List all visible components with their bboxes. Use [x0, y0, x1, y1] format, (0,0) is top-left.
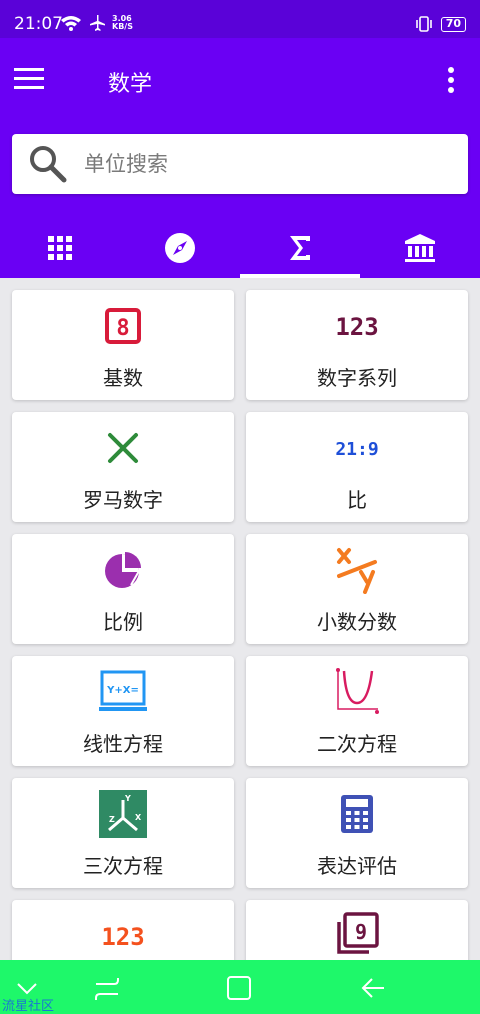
- card-label: 三次方程: [83, 854, 163, 878]
- tab-bank[interactable]: [360, 218, 480, 278]
- card-proportion[interactable]: 比例: [12, 534, 234, 644]
- category-grid: 8 基数 123 数字系列 罗马数字 21:9 比 比例 小数分数 Y+X= 线…: [12, 290, 468, 1010]
- card-label: 比: [347, 488, 367, 512]
- card-decimal-fraction[interactable]: 小数分数: [246, 534, 468, 644]
- compass-icon: [165, 233, 195, 263]
- more-options-icon[interactable]: [446, 66, 456, 94]
- card-number-series[interactable]: 123 数字系列: [246, 290, 468, 400]
- parabola-icon: [336, 668, 379, 714]
- search-icon: [30, 146, 67, 183]
- linear-equation-icon: Y+X=: [99, 670, 147, 711]
- back-arrow-icon[interactable]: [360, 977, 386, 999]
- home-icon[interactable]: [226, 975, 252, 1001]
- menu-icon[interactable]: [14, 66, 46, 92]
- tab-grid[interactable]: [0, 218, 120, 278]
- wifi-icon: [61, 16, 81, 31]
- digit-eight-icon: 8: [105, 308, 141, 344]
- svg-text:21:9: 21:9: [335, 439, 378, 460]
- cubic-equation-icon: Z X Y: [99, 790, 147, 838]
- svg-text:123: 123: [335, 313, 378, 341]
- bank-icon: [405, 234, 435, 262]
- fraction-icon: [337, 548, 377, 594]
- battery-indicator: 70: [440, 16, 466, 32]
- svg-text:Y: Y: [124, 794, 131, 803]
- search-input[interactable]: [84, 144, 454, 184]
- vibrate-icon: [415, 16, 432, 32]
- card-cardinal-number[interactable]: 8 基数: [12, 290, 234, 400]
- net-speed: 3.06 KB/S: [112, 14, 133, 31]
- roman-x-icon: [108, 433, 138, 463]
- app-bar: 数学: [0, 38, 480, 278]
- card-label: 数字系列: [317, 366, 397, 390]
- card-linear-equation[interactable]: Y+X= 线性方程: [12, 656, 234, 766]
- svg-text:8: 8: [116, 316, 129, 341]
- card-ratio[interactable]: 21:9 比: [246, 412, 468, 522]
- status-time: 21:07: [14, 14, 63, 34]
- card-label: 基数: [103, 366, 143, 390]
- card-label: 二次方程: [317, 732, 397, 756]
- tab-sigma[interactable]: [240, 218, 360, 278]
- card-label: 线性方程: [83, 732, 163, 756]
- status-right: 70: [415, 16, 466, 32]
- grid-icon: [48, 236, 72, 260]
- card-label: 表达评估: [317, 854, 397, 878]
- svg-text:Y+X=: Y+X=: [106, 685, 139, 696]
- status-icons: 3.06 KB/S: [60, 14, 133, 32]
- svg-text:X: X: [135, 813, 142, 822]
- pie-chart-icon: [105, 552, 141, 588]
- page-title: 数学: [108, 72, 153, 97]
- tab-compass[interactable]: [120, 218, 240, 278]
- card-label: 罗马数字: [83, 488, 163, 512]
- ratio-icon: 21:9: [335, 439, 378, 460]
- number-123-icon: 123: [101, 923, 144, 951]
- calculator-icon: [341, 795, 373, 833]
- svg-text:Z: Z: [109, 815, 115, 824]
- tab-bar: [0, 218, 480, 278]
- navigation-bar: 流星社区: [0, 960, 480, 1014]
- card-label: 比例: [103, 610, 143, 634]
- svg-text:123: 123: [101, 923, 144, 951]
- watermark-text: 流星社区: [2, 999, 55, 1014]
- chevron-down-icon[interactable]: [16, 982, 38, 996]
- layered-nine-icon: 9: [337, 912, 379, 954]
- sigma-icon: [290, 236, 310, 260]
- number-series-icon: 123: [335, 313, 378, 341]
- card-quadratic-equation[interactable]: 二次方程: [246, 656, 468, 766]
- card-label: 小数分数: [317, 610, 397, 634]
- recent-apps-icon[interactable]: [94, 976, 120, 1002]
- card-expression-evaluation[interactable]: 表达评估: [246, 778, 468, 888]
- airplane-icon: [90, 15, 105, 31]
- search-box[interactable]: [12, 134, 468, 194]
- status-bar: 21:07 3.06 KB/S 70: [0, 0, 480, 38]
- card-cubic-equation[interactable]: Z X Y 三次方程: [12, 778, 234, 888]
- card-roman-numerals[interactable]: 罗马数字: [12, 412, 234, 522]
- svg-text:9: 9: [355, 920, 367, 944]
